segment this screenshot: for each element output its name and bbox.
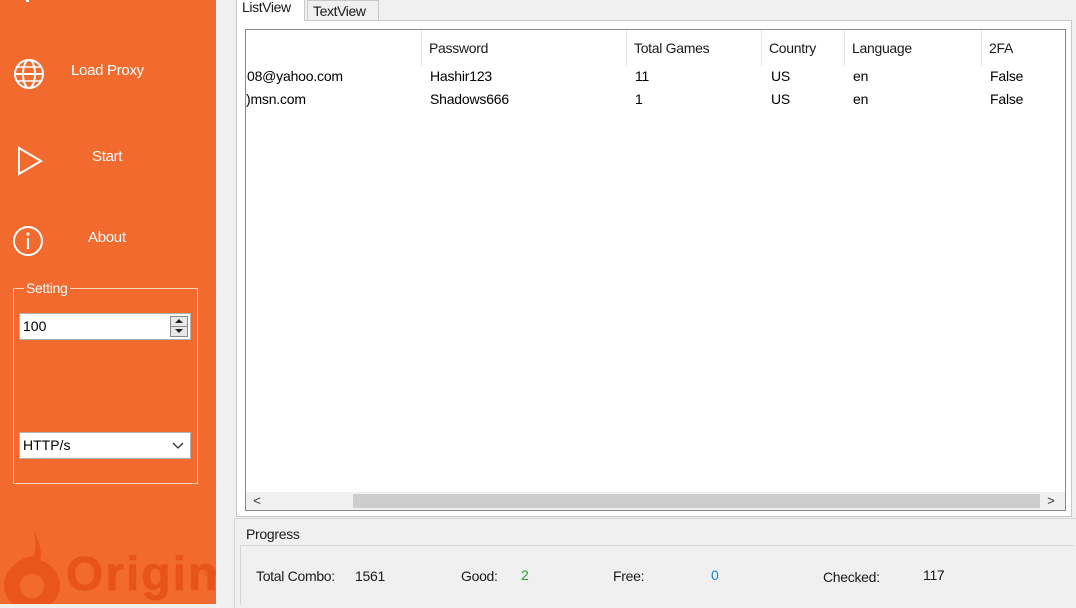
cell-email: )msn.com <box>246 91 306 107</box>
globe-icon <box>14 59 44 89</box>
cell-password: Hashir123 <box>430 68 493 84</box>
cell-total-games: 11 <box>635 68 650 84</box>
column-header-password[interactable]: Password <box>422 30 627 66</box>
cell-2fa: False <box>990 68 1024 84</box>
checked-value: 117 <box>923 567 945 583</box>
scrollbar-thumb[interactable] <box>353 494 1040 508</box>
start-button[interactable]: Start <box>0 136 216 180</box>
checked-label: Checked: <box>823 569 880 585</box>
scroll-left-arrow-icon[interactable]: < <box>249 494 265 508</box>
spin-up-button[interactable] <box>171 317 187 327</box>
cell-language: en <box>853 91 869 107</box>
column-header-total-games[interactable]: Total Games <box>627 30 762 66</box>
tab-textview[interactable]: TextView <box>307 0 379 21</box>
spinner <box>170 316 188 337</box>
about-button[interactable]: About <box>0 216 216 260</box>
about-label: About <box>88 229 126 246</box>
total-combo-value: 1561 <box>355 568 385 584</box>
threads-stepper[interactable]: 100 <box>19 313 191 340</box>
threads-value: 100 <box>23 318 47 334</box>
play-icon <box>18 146 43 176</box>
cell-total-games: 1 <box>635 91 643 107</box>
cell-country: US <box>771 91 791 107</box>
cell-country: US <box>771 68 791 84</box>
column-header-language[interactable]: Language <box>845 30 982 66</box>
proxy-type-select[interactable]: HTTP/s <box>19 432 191 459</box>
progress-title: Progress <box>246 526 300 542</box>
free-label: Free: <box>613 568 645 584</box>
total-combo-label: Total Combo: <box>256 568 335 584</box>
origin-logo-text: Origin <box>66 548 216 601</box>
scroll-right-arrow-icon[interactable]: > <box>1043 494 1059 508</box>
accounts-listview[interactable]: Password Total Games Country Language 2F… <box>245 29 1066 511</box>
start-label: Start <box>92 148 123 165</box>
proxy-type-value: HTTP/s <box>23 437 71 453</box>
table-row[interactable]: )msn.com Shadows666 1 US en False <box>246 91 1065 114</box>
setting-legend: Setting <box>24 280 70 296</box>
column-header-2fa[interactable]: 2FA <box>982 30 1065 66</box>
cell-2fa: False <box>990 91 1024 107</box>
column-header-email[interactable] <box>246 30 422 66</box>
spin-down-button[interactable] <box>171 327 187 336</box>
table-row[interactable]: 08@yahoo.com Hashir123 11 US en False <box>246 68 1065 91</box>
cell-email: 08@yahoo.com <box>247 68 343 84</box>
tab-listview[interactable]: ListView <box>236 0 305 21</box>
info-icon <box>13 226 43 256</box>
load-proxy-label: Load Proxy <box>71 62 144 79</box>
good-value: 2 <box>521 567 529 583</box>
column-header-country[interactable]: Country <box>762 30 845 66</box>
horizontal-scrollbar[interactable]: < > <box>246 492 1065 510</box>
load-proxy-button[interactable]: Load Proxy <box>0 49 216 93</box>
cell-language: en <box>853 68 869 84</box>
trademark-mark: TM <box>202 568 216 579</box>
partial-icon <box>26 0 29 2</box>
chevron-down-icon <box>172 442 184 449</box>
cell-password: Shadows666 <box>430 91 509 107</box>
sidebar: Load Proxy Start About Setting 100 HTTP/… <box>0 0 216 604</box>
free-value: 0 <box>711 567 719 583</box>
good-label: Good: <box>461 568 498 584</box>
